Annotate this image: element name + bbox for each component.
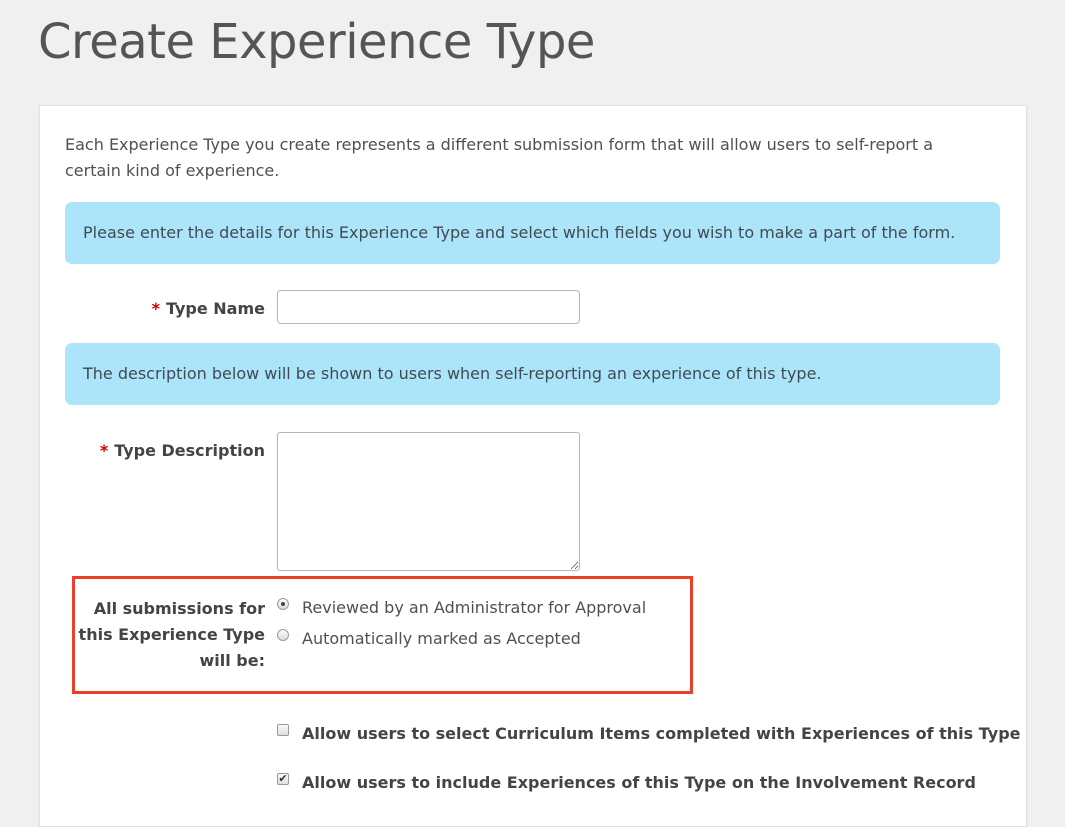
submissions-label-line-3: will be: <box>199 651 265 670</box>
type-description-label: * Type Description <box>100 438 265 464</box>
required-asterisk: * <box>99 441 109 460</box>
radio-label-reviewed[interactable]: Reviewed by an Administrator for Approva… <box>302 598 646 617</box>
radio-option-reviewed[interactable]: Reviewed by an Administrator for Approva… <box>277 597 646 617</box>
radio-button-auto-accept[interactable] <box>277 628 289 641</box>
checkbox-involvement-record[interactable]: ✔ <box>277 772 289 785</box>
checkbox-row-involvement-record[interactable]: ✔ Allow users to include Experiences of … <box>277 772 976 792</box>
checkbox-label-involvement-record[interactable]: Allow users to include Experiences of th… <box>302 773 976 792</box>
required-asterisk: * <box>151 299 160 318</box>
page-title: Create Experience Type <box>38 14 595 70</box>
radio-label-auto-accept[interactable]: Automatically marked as Accepted <box>302 629 581 648</box>
submissions-label: All submissions for this Experience Type… <box>79 596 265 674</box>
type-name-label: * Type Name <box>152 296 265 322</box>
checkbox-label-curriculum-items[interactable]: Allow users to select Curriculum Items c… <box>302 724 1021 743</box>
intro-text: Each Experience Type you create represen… <box>65 132 985 184</box>
details-info-banner: Please enter the details for this Experi… <box>65 202 1000 264</box>
description-info-banner: The description below will be shown to u… <box>65 343 1000 405</box>
radio-button-reviewed[interactable] <box>277 597 289 610</box>
checkbox-row-curriculum-items[interactable]: Allow users to select Curriculum Items c… <box>277 723 1021 743</box>
radio-option-auto-accept[interactable]: Automatically marked as Accepted <box>277 628 581 648</box>
intro-line-1: Each Experience Type you create represen… <box>65 135 933 154</box>
type-name-input[interactable] <box>277 290 580 324</box>
create-experience-type-form: Each Experience Type you create represen… <box>39 105 1027 827</box>
type-description-label-text: Type Description <box>114 441 265 460</box>
type-description-textarea[interactable] <box>277 432 580 571</box>
submissions-label-line-2: this Experience Type <box>78 625 265 644</box>
type-name-label-text: Type Name <box>165 299 265 318</box>
checkbox-curriculum-items[interactable] <box>277 723 289 736</box>
intro-line-2: certain kind of experience. <box>65 161 280 180</box>
submissions-label-line-1: All submissions for <box>93 599 265 618</box>
